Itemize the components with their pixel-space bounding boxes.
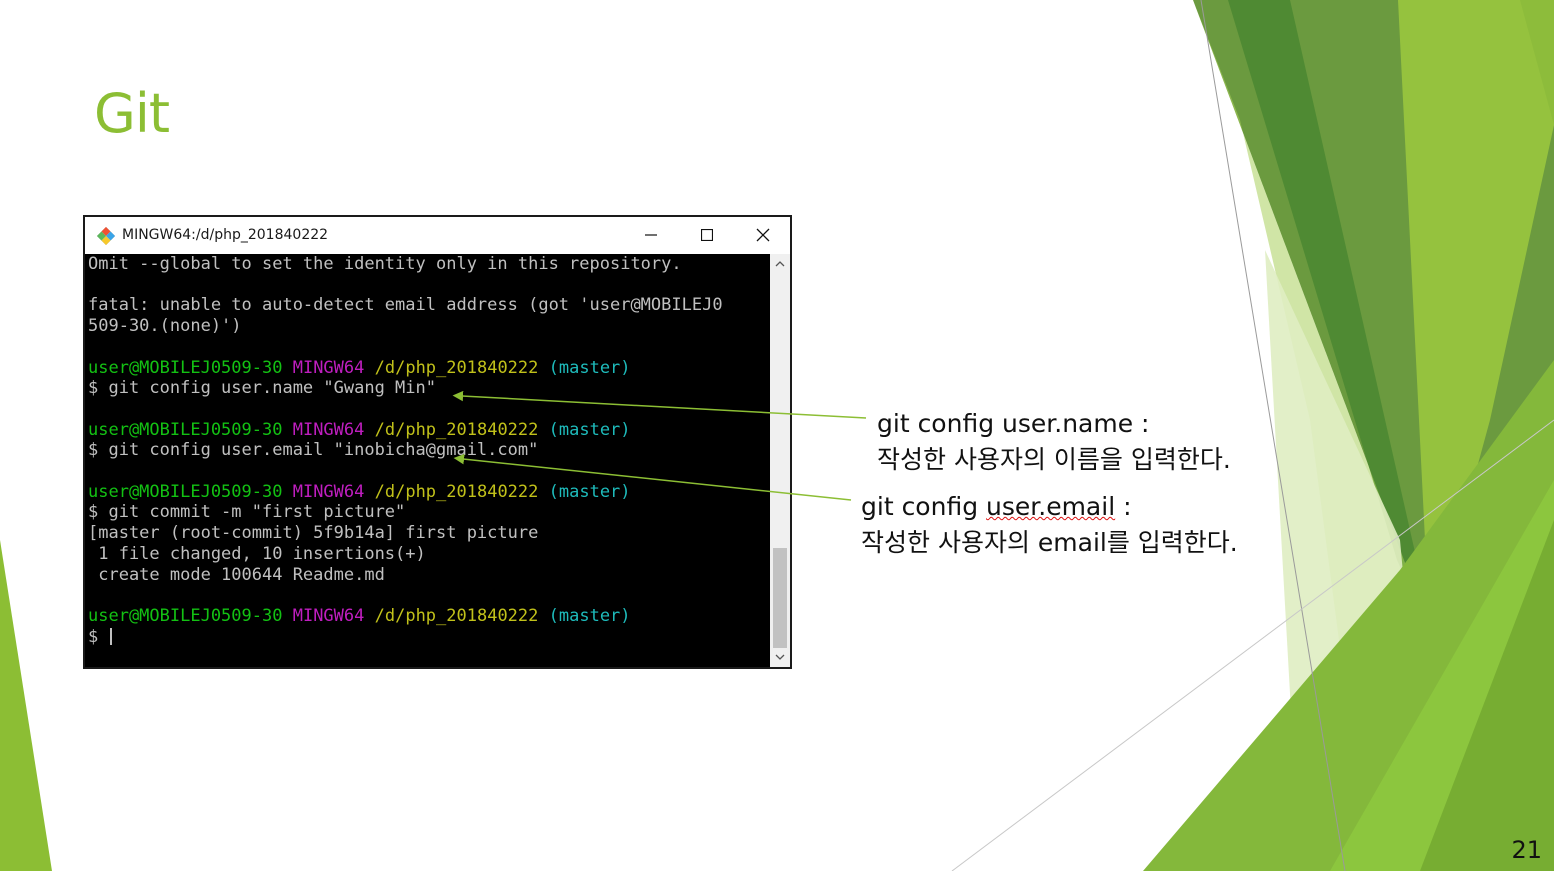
git-diamond-icon bbox=[96, 226, 116, 246]
annotation-description-suffix: 를 입력한다. bbox=[1106, 528, 1238, 557]
prompt-branch: (master) bbox=[548, 481, 631, 502]
prompt-system: MINGW64 bbox=[292, 357, 365, 378]
slide-title: Git bbox=[94, 82, 170, 145]
maximize-button[interactable] bbox=[684, 219, 730, 251]
close-button[interactable] bbox=[740, 219, 786, 251]
annotation-heading-suffix: : bbox=[1115, 492, 1132, 521]
minimize-icon bbox=[645, 234, 657, 236]
terminal-line: create mode 100644 Readme.md bbox=[88, 564, 385, 585]
prompt-system: MINGW64 bbox=[292, 481, 365, 502]
terminal-command: $ git commit -m "first picture" bbox=[88, 502, 406, 523]
prompt-path: /d/php_201840222 bbox=[374, 605, 539, 626]
chevron-down-icon bbox=[775, 654, 785, 660]
prompt-line: user@MOBILEJ0509-30 MINGW64 /d/php_20184… bbox=[88, 482, 631, 502]
prompt-system: MINGW64 bbox=[292, 419, 365, 440]
prompt-line: user@MOBILEJ0509-30 MINGW64 /d/php_20184… bbox=[88, 606, 631, 626]
terminal-command: $ git config user.email "inobicha@gmail.… bbox=[88, 440, 539, 461]
terminal-line: 1 file changed, 10 insertions(+) bbox=[88, 543, 426, 564]
spellcheck-underlined-text: user.email bbox=[986, 492, 1116, 521]
prompt-path: /d/php_201840222 bbox=[374, 357, 539, 378]
annotation-heading: git config user.email : bbox=[861, 492, 1132, 521]
annotation-user-email: git config user.email : 작성한 사용자의 email를 … bbox=[861, 489, 1238, 561]
terminal-output[interactable]: Omit --global to set the identity only i… bbox=[85, 254, 770, 667]
scroll-up-button[interactable] bbox=[770, 254, 790, 274]
close-icon bbox=[756, 228, 770, 242]
prompt-branch: (master) bbox=[548, 357, 631, 378]
prompt-path: /d/php_201840222 bbox=[374, 419, 539, 440]
annotation-heading-prefix: git config bbox=[861, 492, 987, 521]
prompt-branch: (master) bbox=[548, 419, 631, 440]
terminal-line: fatal: unable to auto-detect email addre… bbox=[88, 295, 723, 316]
prompt-user: user@MOBILEJ0509-30 bbox=[88, 605, 283, 626]
prompt-user: user@MOBILEJ0509-30 bbox=[88, 419, 283, 440]
terminal-line: Omit --global to set the identity only i… bbox=[88, 254, 682, 274]
annotation-description-prefix: 작성한 사용자의 bbox=[861, 528, 1038, 557]
terminal-line: [master (root-commit) 5f9b14a] first pic… bbox=[88, 523, 539, 544]
window-titlebar[interactable]: MINGW64:/d/php_201840222 bbox=[85, 217, 790, 254]
annotation-heading: git config user.name : bbox=[877, 409, 1150, 438]
page-number: 21 bbox=[1511, 836, 1542, 864]
prompt-branch: (master) bbox=[548, 605, 631, 626]
terminal-prompt-symbol: $ bbox=[88, 626, 109, 647]
annotation-user-name: git config user.name : 작성한 사용자의 이름을 입력한다… bbox=[877, 406, 1231, 478]
vertical-scrollbar[interactable] bbox=[770, 254, 790, 667]
prompt-line: user@MOBILEJ0509-30 MINGW64 /d/php_20184… bbox=[88, 420, 631, 440]
prompt-user: user@MOBILEJ0509-30 bbox=[88, 481, 283, 502]
terminal-window[interactable]: MINGW64:/d/php_201840222 Omit --global t… bbox=[83, 215, 792, 669]
scroll-down-button[interactable] bbox=[770, 647, 790, 667]
prompt-system: MINGW64 bbox=[292, 605, 365, 626]
annotation-description: 작성한 사용자의 이름을 입력한다. bbox=[877, 445, 1231, 474]
terminal-command: $ git config user.name "Gwang Min" bbox=[88, 378, 436, 399]
chevron-up-icon bbox=[775, 261, 785, 267]
window-title: MINGW64:/d/php_201840222 bbox=[122, 227, 329, 243]
maximize-icon bbox=[701, 229, 713, 241]
text-cursor bbox=[110, 627, 113, 645]
prompt-line: user@MOBILEJ0509-30 MINGW64 /d/php_20184… bbox=[88, 358, 631, 378]
terminal-line: 509-30.(none)') bbox=[88, 316, 242, 337]
scrollbar-thumb[interactable] bbox=[773, 548, 787, 648]
annotation-description-bold: email bbox=[1037, 528, 1107, 557]
minimize-button[interactable] bbox=[628, 219, 674, 251]
annotation-description: 작성한 사용자의 email를 입력한다. bbox=[861, 525, 1238, 561]
terminal-input-line[interactable]: $ bbox=[88, 626, 113, 647]
prompt-user: user@MOBILEJ0509-30 bbox=[88, 357, 283, 378]
prompt-path: /d/php_201840222 bbox=[374, 481, 539, 502]
